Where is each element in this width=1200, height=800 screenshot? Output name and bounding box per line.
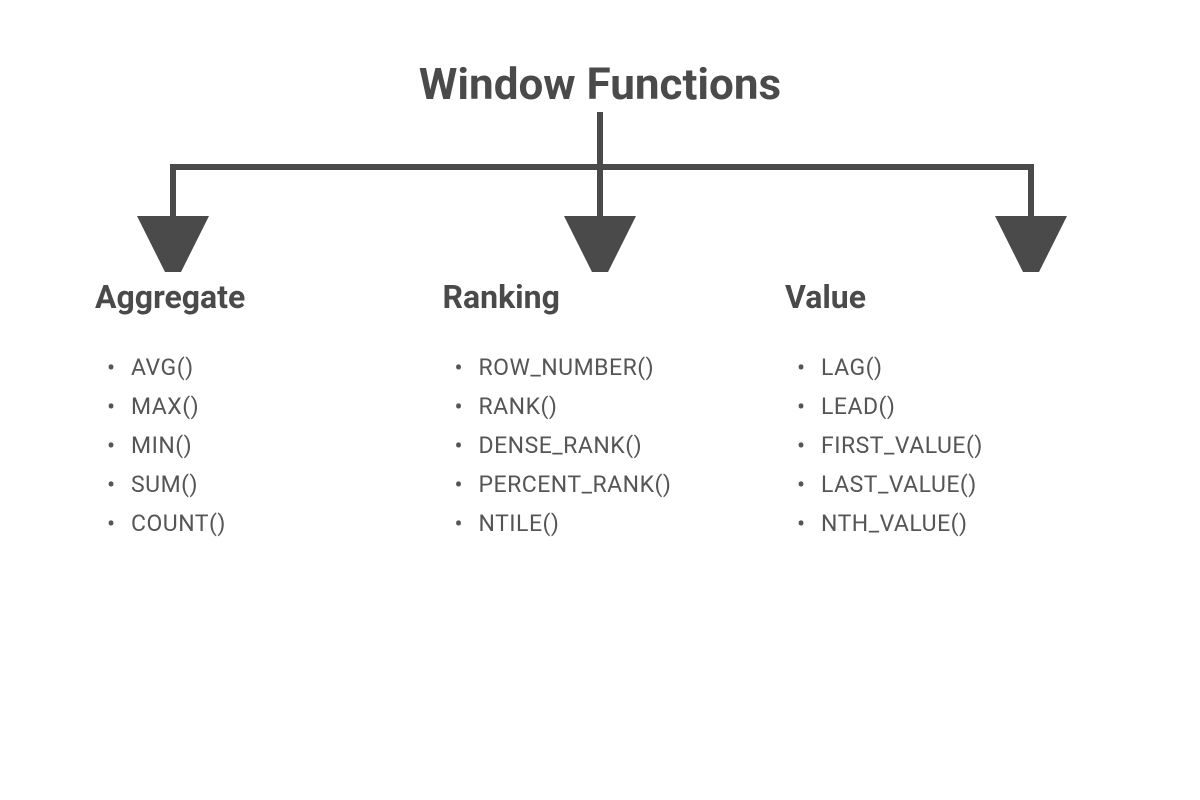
list-item: FIRST_VALUE() (797, 426, 1105, 465)
branches-row: Aggregate AVG() MAX() MIN() SUM() COUNT(… (0, 278, 1200, 543)
list-item: DENSE_RANK() (455, 426, 763, 465)
diagram-title: Window Functions (419, 58, 781, 110)
branch-aggregate: Aggregate AVG() MAX() MIN() SUM() COUNT(… (95, 278, 415, 543)
branch-list: ROW_NUMBER() RANK() DENSE_RANK() PERCENT… (443, 348, 763, 543)
branch-ranking: Ranking ROW_NUMBER() RANK() DENSE_RANK()… (443, 278, 763, 543)
branch-heading: Ranking (443, 278, 763, 316)
branch-value: Value LAG() LEAD() FIRST_VALUE() LAST_VA… (785, 278, 1105, 543)
list-item: SUM() (107, 465, 415, 504)
branch-list: AVG() MAX() MIN() SUM() COUNT() (95, 348, 415, 543)
list-item: LAST_VALUE() (797, 465, 1105, 504)
branch-heading: Value (785, 278, 1105, 316)
list-item: PERCENT_RANK() (455, 465, 763, 504)
branch-heading: Aggregate (95, 278, 415, 316)
list-item: AVG() (107, 348, 415, 387)
list-item: ROW_NUMBER() (455, 348, 763, 387)
list-item: LEAD() (797, 387, 1105, 426)
list-item: MIN() (107, 426, 415, 465)
branch-connector (0, 112, 1200, 272)
list-item: NTILE() (455, 504, 763, 543)
list-item: COUNT() (107, 504, 415, 543)
list-item: LAG() (797, 348, 1105, 387)
list-item: RANK() (455, 387, 763, 426)
branch-list: LAG() LEAD() FIRST_VALUE() LAST_VALUE() … (785, 348, 1105, 543)
list-item: NTH_VALUE() (797, 504, 1105, 543)
list-item: MAX() (107, 387, 415, 426)
